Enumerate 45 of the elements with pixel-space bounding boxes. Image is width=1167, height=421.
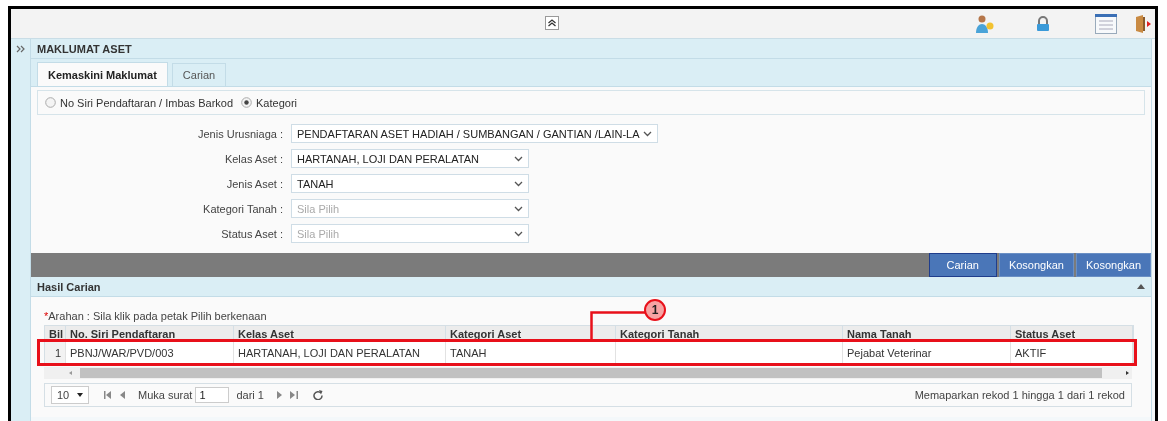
action-button[interactable]: Kosongkan: [1075, 253, 1151, 277]
field-label: Jenis Urusniaga :: [198, 127, 283, 140]
previous-page-icon[interactable]: [119, 391, 125, 399]
list-window-icon[interactable]: [1095, 13, 1117, 34]
page-label: Muka surat: [138, 389, 193, 401]
expand-icon[interactable]: [15, 45, 26, 53]
action-button[interactable]: Kosongkan: [998, 253, 1074, 277]
last-page-icon[interactable]: [289, 391, 298, 399]
chevron-icon: [514, 230, 523, 237]
page-number-field[interactable]: 1: [195, 387, 230, 403]
lock-icon[interactable]: [1035, 15, 1051, 32]
chevron-icon: [642, 130, 652, 137]
radio-button[interactable]: [241, 97, 253, 108]
chevron-icon: [514, 155, 523, 162]
radio-label: Kategori: [256, 96, 297, 109]
field-label: Kelas Aset :: [224, 152, 283, 165]
horizontal-scrollbar[interactable]: [44, 367, 1132, 379]
instruction-text: *Arahan : Sila klik pada petak Pilih berkenaan: [44, 310, 267, 324]
first-page-icon[interactable]: [104, 391, 112, 399]
dropdown-field[interactable]: TANAH: [291, 174, 529, 193]
action-button[interactable]: Carian: [928, 253, 997, 277]
page-total: dari 1: [236, 389, 264, 401]
callout-badge: 1: [644, 299, 666, 321]
section-title: Hasil Carian: [37, 280, 101, 293]
collapse-icon[interactable]: [1137, 284, 1145, 289]
radio-label: No Siri Pendaftaran / Imbas Barkod: [60, 96, 234, 109]
dropdown-field[interactable]: HARTANAH, LOJI DAN PERALATAN: [291, 149, 529, 168]
next-page-icon[interactable]: [276, 391, 283, 399]
radio-button[interactable]: [45, 97, 56, 108]
refresh-icon[interactable]: [312, 390, 323, 400]
record-summary: Memaparkan rekod 1 hingga 1 dari 1 rekod: [914, 389, 1125, 401]
panel-title: MAKLUMAT ASET: [31, 39, 1151, 59]
collapse-icon[interactable]: [545, 16, 559, 30]
page-size-dropdown[interactable]: 10: [51, 386, 89, 404]
tab[interactable]: Kemaskini Maklumat: [37, 62, 168, 86]
dropdown-field[interactable]: PENDAFTARAN ASET HADIAH / SUMBANGAN / GANTIAN /LAIN-LA: [291, 124, 658, 143]
field-label: Jenis Aset :: [226, 177, 283, 190]
user-key-icon[interactable]: [975, 13, 995, 34]
chevron-icon: [514, 180, 523, 187]
caret-icon: [77, 393, 83, 397]
exit-door-icon[interactable]: [1135, 13, 1151, 34]
field-label: Status Aset :: [221, 227, 283, 240]
chevron-icon: [514, 205, 523, 212]
field-label: Kategori Tanah :: [203, 202, 283, 215]
tab[interactable]: Carian: [171, 63, 227, 86]
